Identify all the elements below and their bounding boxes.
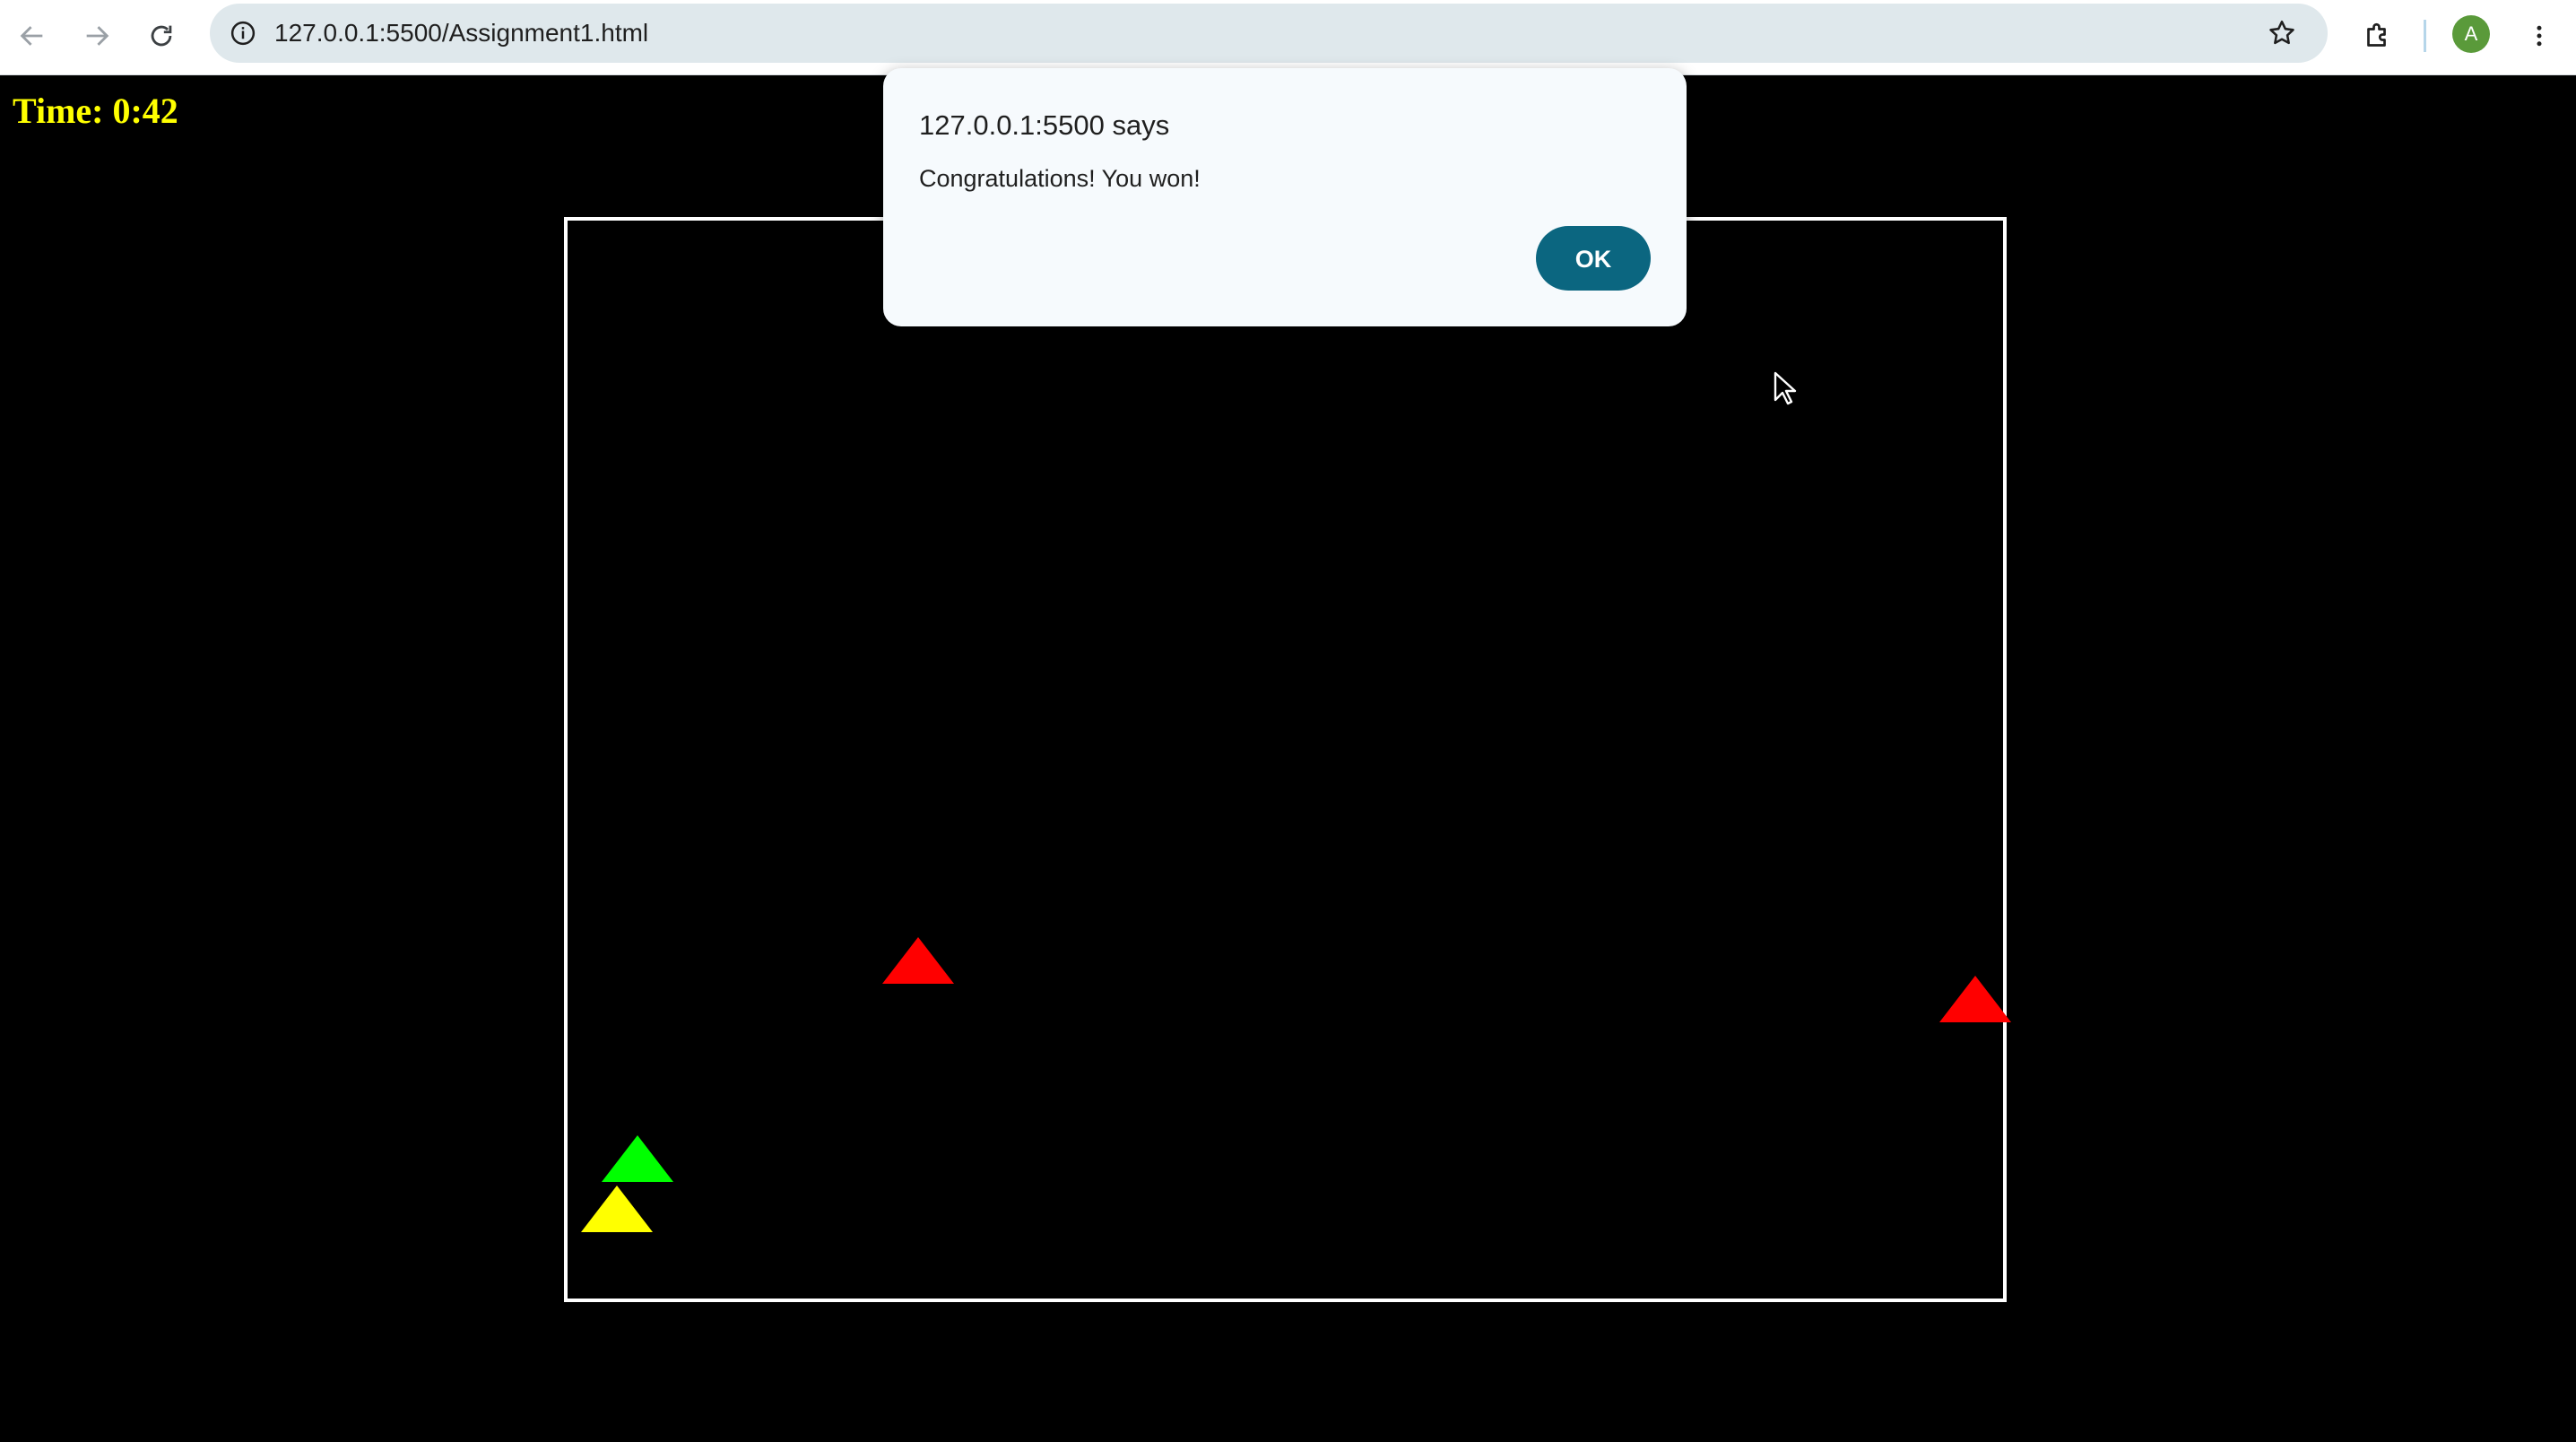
arrow-left-icon [20,26,43,46]
goal-triangle [602,1135,673,1182]
game-timer: Time: 0:42 [13,91,178,131]
forward-button[interactable] [74,13,120,59]
profile-avatar[interactable]: A [2452,15,2490,53]
browser-toolbar: 127.0.0.1:5500/Assignment1.html A [0,0,2576,75]
alert-message: Congratulations! You won! [919,165,1201,192]
site-info-button[interactable] [222,13,264,54]
info-icon [230,21,256,46]
puzzle-icon [2367,22,2386,47]
ok-button[interactable]: OK [1536,226,1651,291]
reload-button[interactable] [138,13,185,59]
address-bar[interactable]: 127.0.0.1:5500/Assignment1.html [210,4,2328,63]
bookmark-button[interactable] [2263,14,2301,52]
extensions-button[interactable] [2355,13,2401,59]
back-button[interactable] [9,13,56,59]
mouse-cursor-icon [1774,371,1797,405]
reload-icon [151,25,172,47]
player-triangle [581,1186,653,1232]
enemy-triangle [1939,976,2011,1022]
alert-dialog: 127.0.0.1:5500 says Congratulations! You… [883,68,1687,326]
url-text[interactable]: 127.0.0.1:5500/Assignment1.html [274,4,648,63]
alert-title: 127.0.0.1:5500 says [919,109,1170,141]
arrow-right-icon [86,26,109,46]
browser-menu-button[interactable] [2521,13,2557,59]
enemy-triangle [882,937,954,984]
toolbar-divider [2424,20,2426,52]
kebab-menu-icon [2537,25,2542,47]
star-icon [2269,20,2294,45]
